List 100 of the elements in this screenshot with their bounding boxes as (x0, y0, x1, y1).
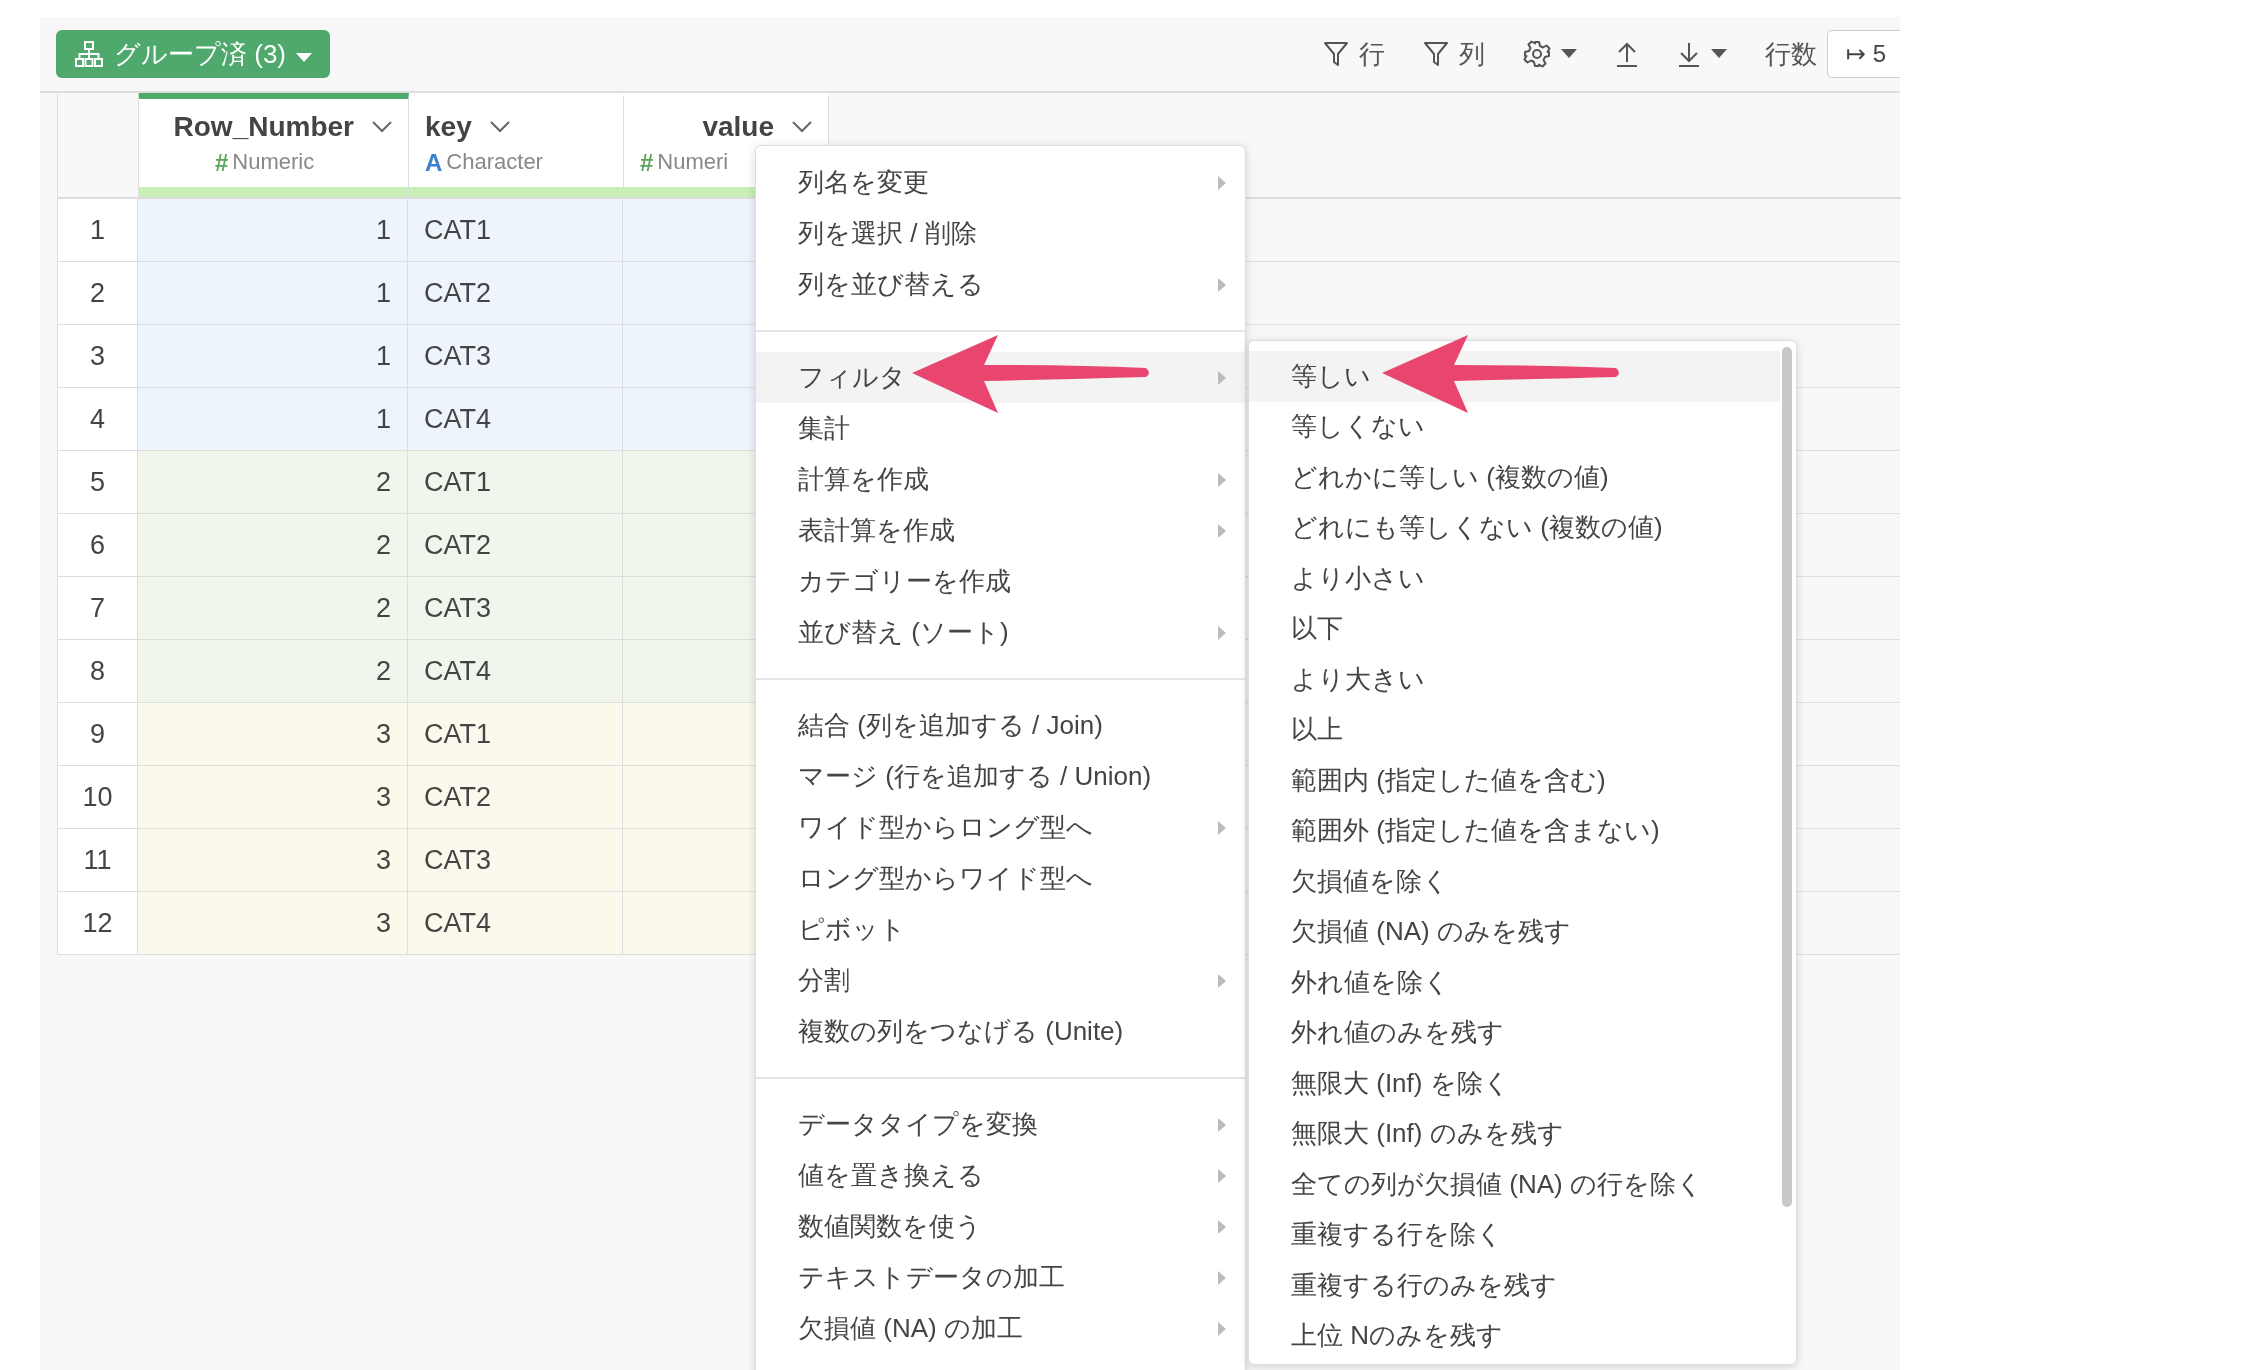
table-cell: 1 (138, 199, 408, 261)
menu-item[interactable]: ロング型からワイド型へ (756, 853, 1245, 904)
filter-button[interactable]: 列 (1423, 36, 1485, 72)
menu-item[interactable]: ワイド型からロング型へ (756, 802, 1245, 853)
scrollbar[interactable] (1782, 347, 1792, 1207)
chevron-down-icon[interactable] (792, 121, 812, 133)
menu-item[interactable]: 計算を作成 (756, 454, 1245, 505)
submenu-item[interactable]: 欠損値を除く (1249, 856, 1780, 907)
menu-item[interactable]: 値を置き換える (756, 1150, 1245, 1201)
row-number: 5 (58, 451, 138, 513)
table-cell: CAT4 (408, 388, 623, 450)
submenu-item[interactable]: 重複する行を除く (1249, 1209, 1780, 1260)
menu-item[interactable]: 結合 (列を追加する / Join) (756, 700, 1245, 751)
table-cell: 3 (138, 766, 408, 828)
submenu-item[interactable]: より小さい (1249, 553, 1780, 604)
table-cell: 2 (138, 514, 408, 576)
row-number: 4 (58, 388, 138, 450)
menu-item[interactable]: 並び替え (ソート) (756, 607, 1245, 658)
menu-item[interactable]: 分割 (756, 955, 1245, 1006)
submenu-item[interactable]: 以下 (1249, 603, 1780, 654)
gear-button[interactable] (1523, 40, 1577, 68)
table-cell: 3 (138, 703, 408, 765)
submenu-item[interactable]: 等しくない (1249, 401, 1780, 452)
column-type: Character (446, 149, 543, 176)
chevron-down-icon[interactable] (372, 121, 392, 133)
row-number: 9 (58, 703, 138, 765)
menu-item[interactable]: 数値関数を使う (756, 1201, 1245, 1252)
submenu-item[interactable]: 欠損値 (NA) のみを残す (1249, 906, 1780, 957)
row-count-label: 行数 (1765, 37, 1817, 71)
menu-item[interactable]: 列を並び替える (756, 259, 1245, 310)
column-name: key (425, 111, 472, 143)
filter-icon (1323, 40, 1349, 68)
submenu-item[interactable]: どれかに等しい (複数の値) (1249, 452, 1780, 503)
row-number: 8 (58, 640, 138, 702)
submenu-item[interactable]: 範囲外 (指定した値を含まない) (1249, 805, 1780, 856)
menu-item[interactable]: 集計 (756, 403, 1245, 454)
submenu-item[interactable]: 外れ値を除く (1249, 957, 1780, 1008)
table-cell: CAT1 (408, 199, 623, 261)
download-icon (1677, 40, 1701, 68)
table-cell: 3 (138, 892, 408, 954)
column-header[interactable]: key A Character (409, 93, 624, 197)
chevron-down-icon[interactable] (489, 121, 510, 133)
submenu-item[interactable]: 重複する行のみを残す (1249, 1260, 1780, 1311)
upload-button[interactable] (1615, 40, 1639, 68)
row-number: 6 (58, 514, 138, 576)
upload-icon (1615, 40, 1639, 68)
column-name: value (702, 111, 774, 143)
column-type: Numeric (232, 149, 315, 176)
submenu-item[interactable]: より大きい (1249, 654, 1780, 705)
submenu-item[interactable]: 無限大 (Inf) を除く (1249, 1058, 1780, 1109)
submenu-item[interactable]: 外れ値のみを残す (1249, 1007, 1780, 1058)
menu-item[interactable]: 列を選択 / 削除 (756, 208, 1245, 259)
download-button[interactable] (1677, 40, 1727, 68)
submenu-item[interactable]: 全ての列が欠損値 (NA) の行を除く (1249, 1159, 1780, 1210)
column-type: Numeri (657, 149, 729, 176)
column-name: Row_Number (173, 111, 354, 143)
table-cell: CAT1 (408, 451, 623, 513)
caret-icon (1561, 49, 1577, 59)
type-icon: # (640, 149, 654, 177)
row-number: 1 (58, 199, 138, 261)
row-number: 10 (58, 766, 138, 828)
submenu-item[interactable]: 上位 Nのみを残す (1249, 1310, 1780, 1361)
table-cell: CAT1 (408, 703, 623, 765)
settings-icon (1523, 40, 1551, 68)
menu-item[interactable]: 複数の列をつなげる (Unite) (756, 1006, 1245, 1057)
row-number: 11 (58, 829, 138, 891)
type-icon: A (425, 149, 443, 177)
table-cell: CAT4 (408, 640, 623, 702)
caret-icon (296, 52, 312, 63)
menu-item[interactable]: ピボット (756, 904, 1245, 955)
table-cell: CAT4 (408, 892, 623, 954)
table-cell: CAT3 (408, 325, 623, 387)
filter-icon (1423, 40, 1449, 68)
menu-item[interactable]: カテゴリーを作成 (756, 556, 1245, 607)
submenu-item[interactable]: 無限大 (Inf) のみを残す (1249, 1108, 1780, 1159)
menu-item[interactable]: 欠損値 (NA) の加工 (756, 1303, 1245, 1354)
caret-icon (1711, 49, 1727, 59)
type-icon: # (215, 149, 229, 177)
submenu-item[interactable]: 以上 (1249, 704, 1780, 755)
row-count-field[interactable]: ↦ 5 (1827, 30, 1900, 78)
table-cell: 1 (138, 262, 408, 324)
menu-item[interactable]: データタイプを変換 (756, 1099, 1245, 1150)
hierarchy-icon (74, 40, 104, 68)
table-cell: CAT2 (408, 766, 623, 828)
table-cell: 3 (138, 829, 408, 891)
menu-item[interactable]: マージ (行を追加する / Union) (756, 751, 1245, 802)
submenu-item[interactable]: 範囲内 (指定した値を含む) (1249, 755, 1780, 806)
row-number: 12 (58, 892, 138, 954)
table-cell: 2 (138, 640, 408, 702)
table-cell: 2 (138, 577, 408, 639)
submenu-item[interactable]: どれにも等しくない (複数の値) (1249, 502, 1780, 553)
table-cell: CAT3 (408, 577, 623, 639)
menu-item[interactable]: 表計算を作成 (756, 505, 1245, 556)
table-cell: CAT2 (408, 514, 623, 576)
menu-item[interactable]: テキストデータの加工 (756, 1252, 1245, 1303)
row-number: 2 (58, 262, 138, 324)
column-header[interactable]: Row_Number # Numeric (139, 93, 409, 197)
row-number: 7 (58, 577, 138, 639)
filter-button[interactable]: 行 (1323, 36, 1385, 72)
table-cell: 2 (138, 451, 408, 513)
